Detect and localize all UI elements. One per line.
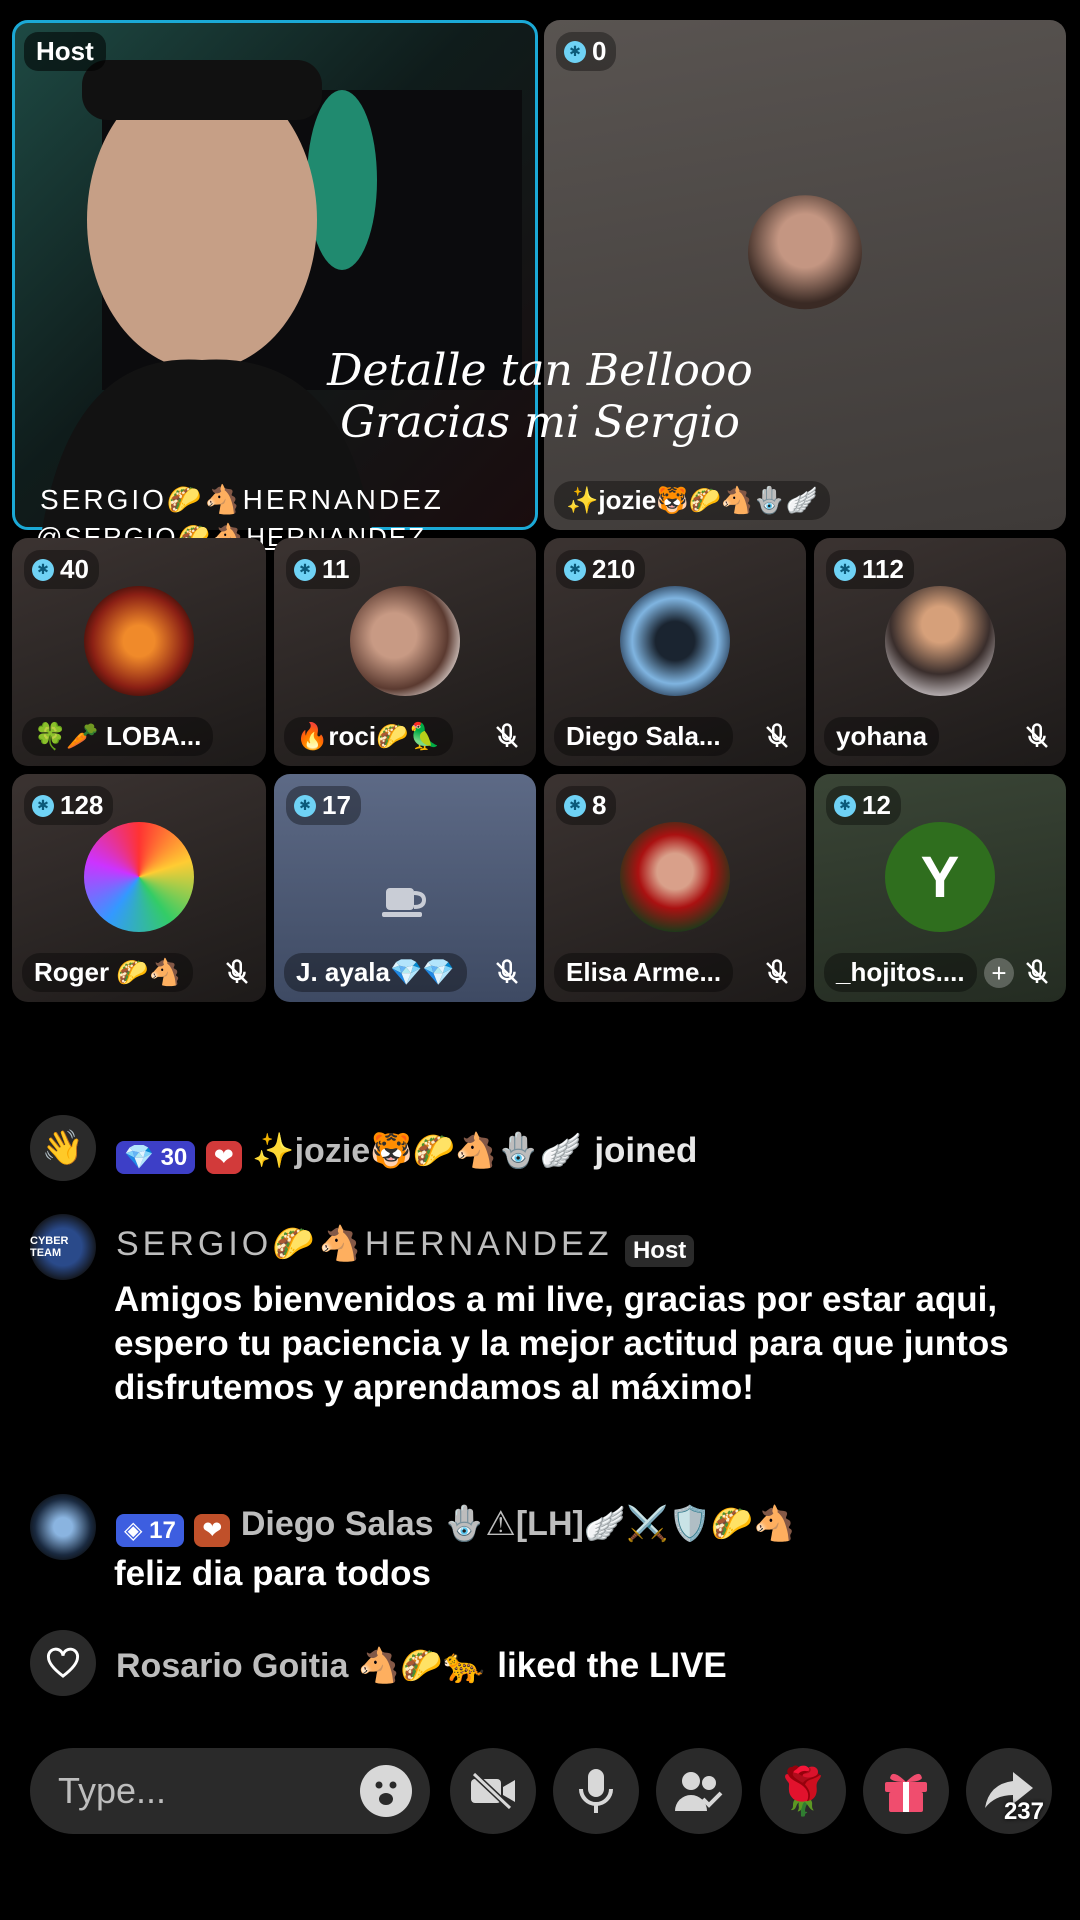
gift-button[interactable] <box>863 1748 949 1834</box>
guest-tile-hojitos[interactable]: ✱ 12 Y _hojitos.... + <box>814 774 1066 1002</box>
star-icon: ✱ <box>834 794 856 817</box>
guest-name: Elisa Arme... <box>554 953 734 992</box>
host-video <box>42 60 522 530</box>
share-count: 237 <box>1003 1798 1044 1825</box>
viewer-count-badge: ✱ 11 <box>286 550 360 589</box>
chat-action: liked the LIVE <box>497 1646 727 1685</box>
rose-gift-button[interactable]: 🌹 <box>760 1748 846 1834</box>
guests-icon <box>675 1772 723 1811</box>
host-tag: Host <box>624 1234 695 1267</box>
wave-hand-icon[interactable]: 👋 <box>30 1115 96 1181</box>
guest-name: yohana <box>824 717 940 756</box>
guest-tile-jozie[interactable]: ✱ 0 ✨jozie🐯🌮🐴🪬🪽 <box>544 20 1066 530</box>
viewer-count-badge: ✱ 0 <box>556 32 617 71</box>
star-icon: ✱ <box>294 558 316 581</box>
chat-username[interactable]: SERGIO🌮🐴HERNANDEZ <box>116 1225 613 1263</box>
emoji-icon[interactable] <box>360 1765 412 1817</box>
avatar[interactable]: CYBER TEAM <box>30 1214 96 1280</box>
star-icon: ✱ <box>564 40 586 63</box>
level-badge: ◈ 17 <box>116 1514 184 1548</box>
fan-badge: ❤ <box>194 1514 231 1548</box>
mic-off-icon <box>226 959 248 984</box>
mic-off-icon <box>496 959 518 984</box>
guest-name: Roger 🌮🐴 <box>22 953 194 992</box>
share-button[interactable]: 237 <box>966 1748 1052 1834</box>
guest-tile-yohana[interactable]: ✱ 112 yohana <box>814 538 1066 766</box>
rose-icon: 🌹 <box>774 1764 832 1817</box>
guest-tile-jayala[interactable]: ✱ 17 J. ayala💎💎 <box>274 774 536 1002</box>
avatar <box>620 586 730 696</box>
guest-tile-elisa[interactable]: ✱ 8 Elisa Arme... <box>544 774 806 1002</box>
host-label: Host <box>24 32 106 71</box>
chat-username[interactable]: ✨jozie🐯🌮🐴🪬🪽 <box>252 1132 582 1170</box>
viewer-count-badge: ✱ 40 <box>24 550 99 589</box>
avatar: Y <box>885 822 995 932</box>
guests-button[interactable] <box>656 1748 742 1834</box>
mic-off-icon <box>766 959 788 984</box>
guest-tile-loba[interactable]: ✱ 40 🍀🥕 LOBA... <box>12 538 266 766</box>
chat-text: feliz dia para todos <box>114 1554 431 1593</box>
star-icon: ✱ <box>564 794 586 817</box>
gift-caption: Detalle tan Bellooo Gracias mi Sergio <box>327 345 753 448</box>
guest-name: _hojitos.... <box>824 953 977 992</box>
viewer-count-badge: ✱ 128 <box>24 786 114 825</box>
mic-off-icon <box>496 723 518 748</box>
star-icon: ✱ <box>32 794 54 817</box>
avatar <box>350 586 460 696</box>
avatar <box>885 586 995 696</box>
avatar <box>84 586 194 696</box>
level-badge: 💎 30 <box>116 1141 196 1175</box>
guest-tile-roci[interactable]: ✱ 11 🔥roci🌮🦜 <box>274 538 536 766</box>
star-icon: ✱ <box>32 558 54 581</box>
gift-icon <box>885 1773 927 1812</box>
comment-input[interactable]: Type... <box>30 1748 430 1834</box>
follow-plus-icon[interactable]: + <box>984 958 1014 988</box>
chat-joined-row: 👋 💎 30 ❤ ✨jozie🐯🌮🐴🪬🪽 joined <box>30 1115 1050 1185</box>
star-icon: ✱ <box>564 558 586 581</box>
chat-action: joined <box>594 1131 698 1170</box>
comment-placeholder: Type... <box>58 1770 167 1811</box>
viewer-count-badge: ✱ 210 <box>556 550 646 589</box>
guest-tile-diego[interactable]: ✱ 210 Diego Sala... <box>544 538 806 766</box>
avatar[interactable] <box>30 1494 96 1560</box>
coffee-cup-icon <box>382 888 427 917</box>
camera-off-button[interactable] <box>450 1748 536 1834</box>
viewer-count-badge: ✱ 12 <box>826 786 901 825</box>
guest-name: ✨jozie🐯🌮🐴🪬🪽 <box>554 481 831 520</box>
microphone-icon <box>579 1769 613 1813</box>
viewer-count-badge: ✱ 17 <box>286 786 361 825</box>
star-icon: ✱ <box>294 794 316 817</box>
chat-username[interactable]: Diego Salas 🪬⚠[LH]🪽⚔️🛡️🌮🐴 <box>241 1505 796 1543</box>
avatar <box>84 822 194 932</box>
mic-off-icon <box>1026 959 1048 984</box>
chat-text: Amigos bienvenidos a mi live, gracias po… <box>114 1280 1009 1407</box>
viewer-count-badge: ✱ 112 <box>826 550 914 589</box>
guest-name: 🔥roci🌮🦜 <box>284 717 453 756</box>
guest-name: 🍀🥕 LOBA... <box>22 717 214 756</box>
host-tile[interactable]: Host SERGIO🌮🐴HERNANDEZ <box>12 20 538 530</box>
guest-name: J. ayala💎💎 <box>284 953 467 992</box>
heart-icon[interactable] <box>30 1630 96 1696</box>
guest-name: Diego Sala... <box>554 717 733 756</box>
host-name: SERGIO🌮🐴HERNANDEZ <box>40 484 444 515</box>
chat-username[interactable]: Rosario Goitia 🐴🌮🐆 <box>116 1647 485 1685</box>
avatar <box>620 822 730 932</box>
mic-off-icon <box>766 723 788 748</box>
mic-off-icon <box>1026 723 1048 748</box>
avatar <box>748 195 862 310</box>
star-icon: ✱ <box>834 558 856 581</box>
microphone-button[interactable] <box>553 1748 639 1834</box>
fan-badge: ❤ <box>205 1141 242 1175</box>
viewer-count-badge: ✱ 8 <box>556 786 617 825</box>
guest-tile-roger[interactable]: ✱ 128 Roger 🌮🐴 <box>12 774 266 1002</box>
camera-off-icon <box>471 1771 515 1811</box>
